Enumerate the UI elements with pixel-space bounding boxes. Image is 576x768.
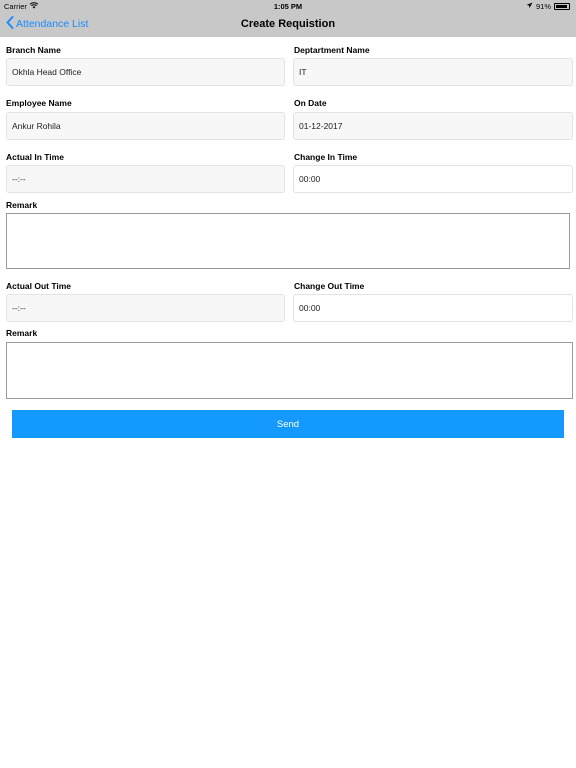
- page-title: Create Requistion: [240, 18, 336, 30]
- send-button[interactable]: Send: [12, 410, 564, 438]
- on-date-field[interactable]: 01-12-2017: [293, 112, 573, 140]
- navigation-bar: Attendance List Create Requistion: [0, 12, 576, 37]
- actual-out-time-label: Actual Out Time: [6, 281, 72, 291]
- employee-name-label: Employee Name: [6, 98, 72, 108]
- employee-name-field[interactable]: Ankur Rohila: [6, 112, 285, 140]
- remark-in-label: Remark: [6, 200, 38, 210]
- change-out-time-field[interactable]: 00:00: [293, 294, 573, 322]
- department-name-label: Deptartment Name: [294, 45, 370, 55]
- battery-percent: 91%: [535, 2, 551, 11]
- actual-out-time-field[interactable]: --:--: [6, 294, 285, 322]
- status-right: 91%: [526, 2, 570, 11]
- actual-in-time-field[interactable]: --:--: [6, 165, 285, 193]
- battery-fill: [556, 5, 567, 8]
- actual-in-time-label: Actual In Time: [6, 152, 64, 162]
- change-in-time-label: Change In Time: [294, 152, 358, 162]
- remark-out-textarea[interactable]: [6, 342, 573, 399]
- status-bar: Carrier 1:05 PM 91%: [0, 0, 576, 12]
- branch-name-label: Branch Name: [6, 45, 61, 55]
- change-out-time-label: Change Out Time: [294, 281, 365, 291]
- remark-in-textarea[interactable]: [6, 213, 570, 269]
- location-arrow-icon: [526, 2, 533, 11]
- change-in-time-field[interactable]: 00:00: [293, 165, 573, 193]
- battery-icon: [554, 3, 570, 10]
- remark-out-label: Remark: [6, 328, 38, 338]
- department-name-field[interactable]: IT: [293, 58, 573, 86]
- on-date-label: On Date: [294, 98, 327, 108]
- branch-name-field[interactable]: Okhla Head Office: [6, 58, 285, 86]
- status-time: 1:05 PM: [273, 2, 303, 11]
